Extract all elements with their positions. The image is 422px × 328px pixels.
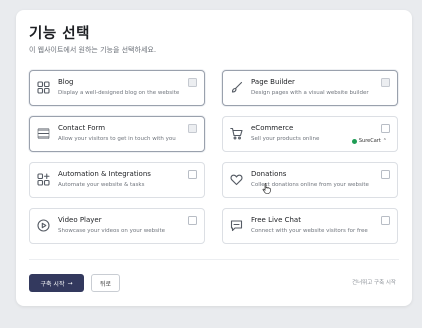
feature-tile-page-builder[interactable]: Page Builder Design pages with a visual … [222, 70, 398, 106]
play-icon [37, 219, 50, 232]
feature-tile-live-chat[interactable]: Free Live Chat Connect with your website… [222, 208, 398, 244]
heart-icon [230, 173, 243, 186]
feature-description: Allow your visitors to get in touch with… [58, 136, 176, 142]
back-button[interactable]: 뒤로 [91, 274, 120, 292]
feature-checkbox[interactable] [381, 124, 390, 133]
feature-description: Automate your website & tasks [58, 182, 145, 188]
feature-description: Display a well-designed blog on the webs… [58, 90, 180, 96]
start-build-button[interactable]: 구축 시작 → [29, 274, 84, 292]
check-circle-icon [351, 138, 357, 144]
back-label: 뒤로 [99, 280, 112, 288]
feature-tile-ecommerce[interactable]: eCommerce Sell your products online Sure… [222, 116, 398, 152]
brush-icon [230, 81, 243, 94]
feature-name: Donations [251, 170, 287, 178]
feature-checkbox[interactable] [188, 124, 197, 133]
feature-description: Showcase your videos on your website [58, 228, 166, 234]
footer-divider [29, 259, 399, 260]
page-title: 기능 선택 [29, 26, 90, 42]
feature-name: Automation & Integrations [58, 170, 151, 178]
feature-name: Free Live Chat [251, 216, 301, 224]
feature-checkbox[interactable] [188, 170, 197, 179]
feature-tile-blog[interactable]: Blog Display a well-designed blog on the… [29, 70, 205, 106]
feature-checkbox[interactable] [188, 216, 197, 225]
feature-tile-video-player[interactable]: Video Player Showcase your videos on you… [29, 208, 205, 244]
feature-tile-contact-form[interactable]: Contact Form Allow your visitors to get … [29, 116, 205, 152]
arrow-right-icon: → [67, 279, 73, 287]
feature-checkbox[interactable] [188, 78, 197, 87]
skip-link[interactable]: 건너뛰고 구축 시작 [352, 278, 396, 286]
feature-selection-card: 기능 선택 이 웹사이트에서 원하는 기능을 선택하세요. Blog Displ… [16, 10, 412, 306]
chevron-up-icon: ⌃ [382, 138, 387, 144]
feature-checkbox[interactable] [381, 170, 390, 179]
feature-name: Video Player [58, 216, 102, 224]
form-icon [37, 127, 50, 140]
hand-cursor-icon [262, 183, 271, 194]
surecart-badge[interactable]: SureCart ⌃ [351, 138, 387, 144]
apps-icon [37, 173, 50, 186]
grid-icon [37, 81, 50, 94]
feature-description: Sell your products online [251, 136, 320, 142]
feature-description: Design pages with a visual website build… [251, 90, 369, 96]
feature-name: Blog [58, 78, 74, 86]
feature-checkbox[interactable] [381, 216, 390, 225]
feature-name: Contact Form [58, 124, 106, 132]
page-subtitle: 이 웹사이트에서 원하는 기능을 선택하세요. [29, 46, 157, 54]
chat-icon [230, 219, 243, 232]
start-build-label: 구축 시작 [40, 280, 65, 288]
feature-tile-donations[interactable]: Donations Collect donations online from … [222, 162, 398, 198]
feature-checkbox[interactable] [381, 78, 390, 87]
feature-tile-automation[interactable]: Automation & Integrations Automate your … [29, 162, 205, 198]
cart-icon [230, 127, 243, 140]
badge-label: SureCart [358, 138, 381, 144]
feature-name: eCommerce [251, 124, 294, 132]
feature-name: Page Builder [251, 78, 295, 86]
feature-description: Connect with your website visitors for f… [251, 228, 368, 234]
